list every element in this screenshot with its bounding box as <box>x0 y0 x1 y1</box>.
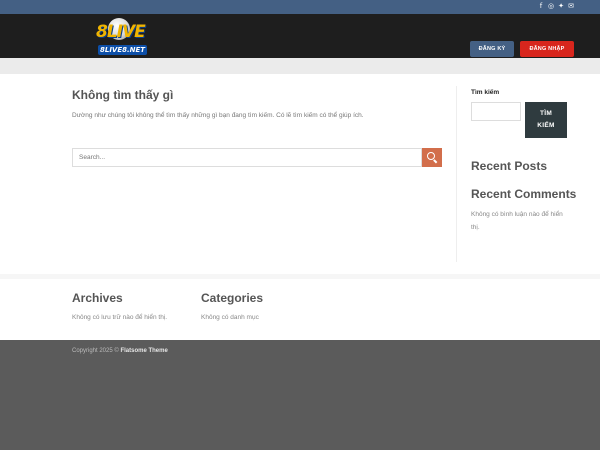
main-content: Không tìm thấy gì Dường như chúng tôi kh… <box>0 74 600 274</box>
copyright-prefix: Copyright 2025 © <box>72 348 119 354</box>
copyright: Copyright 2025 © Flatsome Theme <box>72 348 168 354</box>
register-button[interactable]: ĐĂNG KÝ <box>470 41 514 57</box>
not-found-message: Dường như chúng tôi không thể tìm thấy n… <box>72 112 364 119</box>
sidebar-search-button-line1: TÌM <box>539 110 553 117</box>
search-input[interactable] <box>72 148 422 167</box>
content-column: Không tìm thấy gì Dường như chúng tôi kh… <box>72 88 444 167</box>
categories-empty-text: Không có danh mục <box>201 314 259 321</box>
site-header: 8LIVE 8LIVE8.NET ĐĂNG KÝ ĐĂNG NHẬP <box>0 14 600 58</box>
column-divider <box>456 86 457 262</box>
archives-empty-text: Không có lưu trữ nào để hiển thị. <box>72 314 168 321</box>
sidebar-search-button-line2: KIẾM <box>537 122 555 129</box>
top-bar: f ◎ ✦ ✉ <box>0 0 600 14</box>
instagram-icon[interactable]: ◎ <box>548 3 554 10</box>
theme-link[interactable]: Flatsome Theme <box>120 348 167 354</box>
search-icon <box>427 152 435 160</box>
page-title: Không tìm thấy gì <box>72 88 174 102</box>
email-icon[interactable]: ✉ <box>568 3 574 10</box>
sidebar-search-label: Tìm kiếm <box>471 89 500 96</box>
recent-posts-title: Recent Posts <box>471 159 548 173</box>
logo-domain: 8LIVE8.NET <box>98 45 148 55</box>
header-spacer <box>0 58 600 74</box>
recent-comments-title: Recent Comments <box>471 187 577 201</box>
social-links: f ◎ ✦ ✉ <box>538 3 574 10</box>
twitter-icon[interactable]: ✦ <box>558 3 564 10</box>
sidebar-search-input[interactable] <box>471 102 521 121</box>
site-footer: Copyright 2025 © Flatsome Theme <box>0 340 600 450</box>
facebook-icon[interactable]: f <box>538 3 544 10</box>
sidebar-search-button[interactable]: TÌM KIẾM <box>525 102 567 138</box>
site-logo[interactable]: 8LIVE 8LIVE8.NET <box>96 18 148 56</box>
archives-title: Archives <box>72 291 123 305</box>
categories-title: Categories <box>201 291 264 305</box>
no-comments-text: Không có bình luận nào để hiển thị. <box>471 211 563 231</box>
search-button[interactable] <box>422 148 442 167</box>
logo-wordmark: 8LIVE <box>96 22 146 42</box>
login-button[interactable]: ĐĂNG NHẬP <box>520 41 574 57</box>
footer-widgets: Archives Không có lưu trữ nào để hiển th… <box>0 279 600 340</box>
search-form <box>72 148 442 167</box>
